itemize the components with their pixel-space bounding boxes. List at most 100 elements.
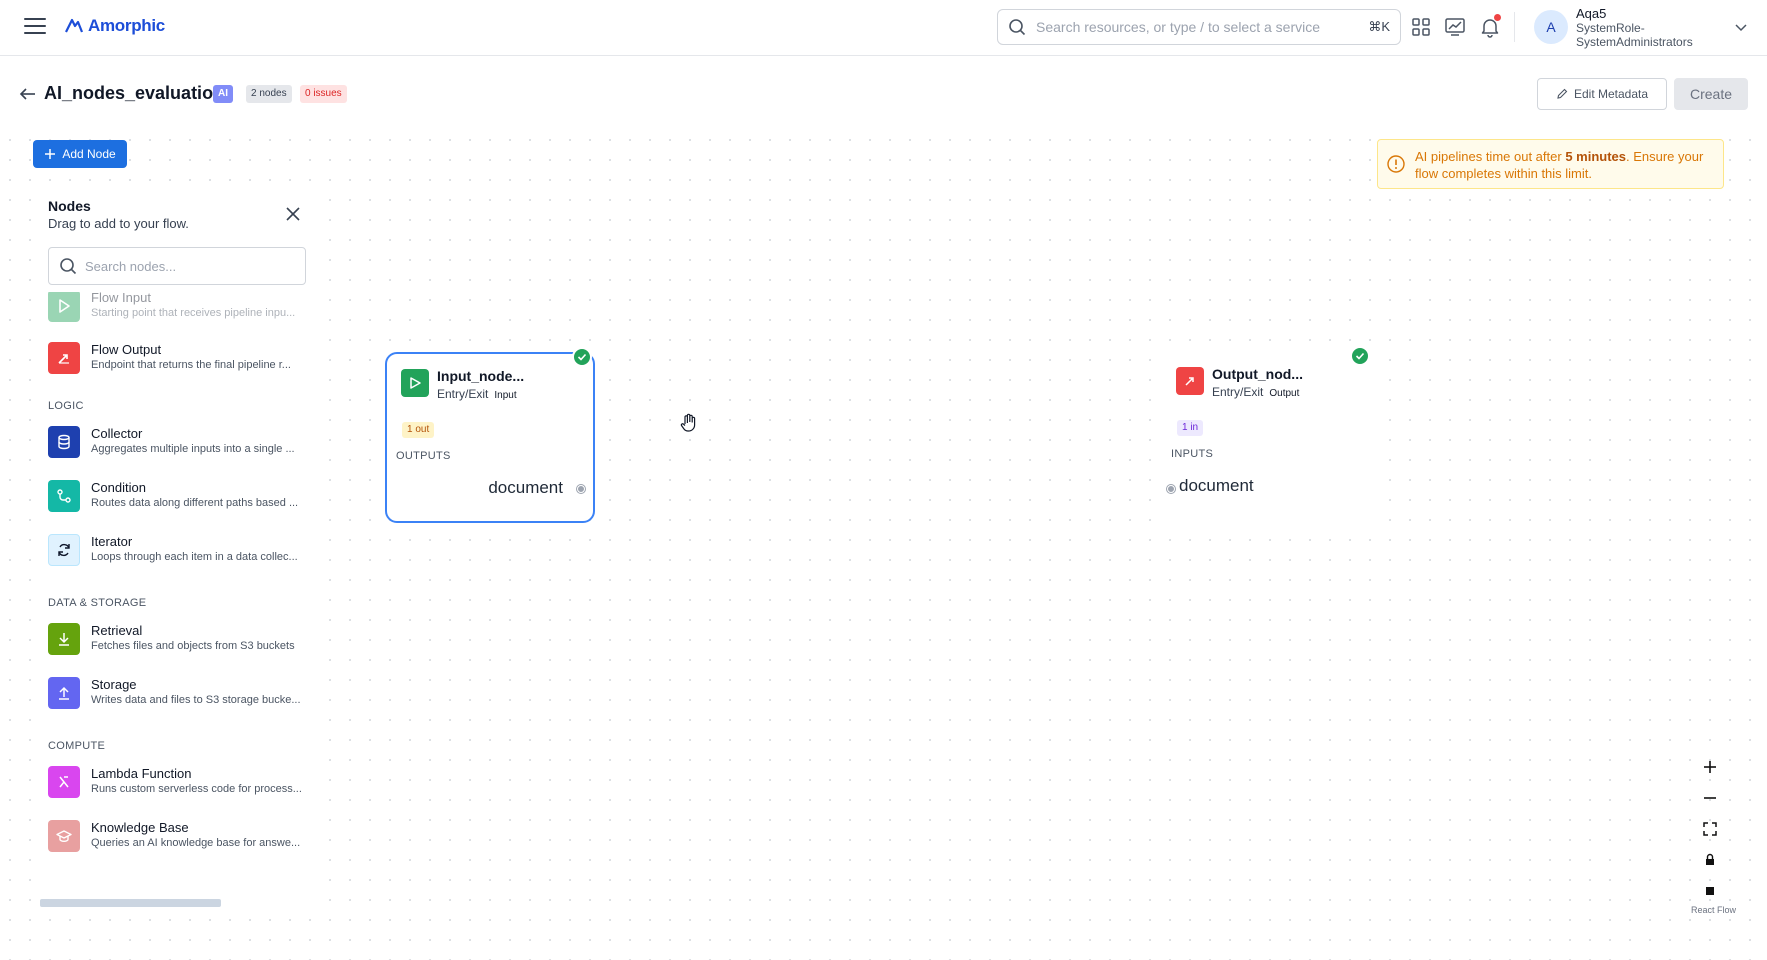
issues-badge: 0 issues (300, 85, 347, 103)
node-category: Entry/Exit Input (437, 387, 517, 401)
branch-icon (48, 480, 80, 512)
item-desc: Runs custom serverless code for process.… (91, 783, 302, 795)
check-icon (1350, 346, 1370, 366)
minimap-button[interactable] (1700, 881, 1720, 901)
pencil-icon (1557, 88, 1568, 99)
plus-icon (1704, 761, 1716, 773)
item-desc: Endpoint that returns the final pipeline… (91, 359, 291, 371)
logo-text: Amorphic (88, 16, 165, 35)
top-bar: Amorphic ⌘K A Aqa5 SystemRole- SystemAdm… (0, 0, 1767, 56)
section-label-compute: COMPUTE (48, 740, 106, 752)
grid-icon[interactable] (1409, 15, 1433, 39)
item-name: Lambda Function (91, 766, 192, 781)
back-arrow-icon[interactable] (18, 84, 38, 104)
ai-badge: AI (213, 85, 233, 103)
panel-subtitle: Drag to add to your flow. (48, 216, 189, 231)
item-name: Iterator (91, 534, 133, 549)
output-port-handle[interactable] (577, 485, 585, 493)
download-icon (48, 623, 80, 655)
app-logo[interactable]: Amorphic (64, 14, 165, 38)
amorphic-logo-icon (65, 18, 84, 33)
close-icon[interactable] (285, 206, 301, 222)
graduation-cap-icon (48, 820, 80, 852)
node-list[interactable]: Flow Input Starting point that receives … (33, 292, 321, 892)
node-search-input[interactable] (85, 258, 295, 274)
node-type-tag: Output (1269, 388, 1300, 399)
zoom-in-button[interactable] (1700, 757, 1720, 777)
plus-icon (45, 149, 56, 159)
add-node-label: Add Node (62, 147, 116, 161)
global-search-input[interactable] (1036, 19, 1363, 35)
item-name: Flow Output (91, 342, 162, 357)
bell-icon[interactable] (1478, 14, 1502, 39)
item-desc: Routes data along different paths based … (91, 497, 299, 509)
input-port-label: document (1179, 476, 1254, 495)
edit-metadata-label: Edit Metadata (1573, 87, 1649, 101)
item-desc: Queries an AI knowledge base for answe..… (91, 837, 301, 849)
database-icon (48, 426, 80, 458)
nodes-panel: Nodes Drag to add to your flow. Flow Inp… (33, 184, 321, 908)
item-name: Retrieval (91, 623, 143, 638)
list-item-retrieval[interactable]: Retrieval Fetches files and objects from… (48, 619, 318, 659)
section-label-data-storage: DATA & STORAGE (48, 597, 147, 609)
scrollbar-thumb[interactable] (40, 899, 221, 907)
node-search[interactable] (48, 247, 306, 285)
lock-button[interactable] (1700, 850, 1720, 870)
item-name: Storage (91, 677, 137, 692)
item-desc: Loops through each item in a data collec… (91, 551, 298, 563)
list-item-iterator[interactable]: Iterator Loops through each item in a da… (48, 530, 318, 570)
list-item-storage[interactable]: Storage Writes data and files to S3 stor… (48, 673, 318, 713)
user-role-line1: SystemRole- (1576, 21, 1645, 35)
search-shortcut: ⌘K (1368, 19, 1390, 34)
panel-horizontal-scrollbar[interactable] (40, 899, 300, 907)
flow-node-output[interactable]: Output_nod... Entry/Exit Output 1 in INPU… (1162, 346, 1372, 522)
fit-view-button[interactable] (1700, 819, 1720, 839)
list-item-knowledge-base[interactable]: Knowledge Base Queries an AI knowledge b… (48, 816, 318, 856)
avatar[interactable]: A (1534, 10, 1568, 44)
page-title: AI_nodes_evaluation (44, 83, 225, 103)
chevron-down-icon[interactable] (1734, 20, 1748, 34)
node-title: Output_nod... (1212, 366, 1303, 382)
user-info[interactable]: Aqa5 SystemRole- SystemAdministrators (1576, 6, 1693, 49)
section-label-logic: LOGIC (48, 400, 84, 412)
list-item-collector[interactable]: Collector Aggregates multiple inputs int… (48, 422, 318, 462)
lambda-icon (48, 766, 80, 798)
list-item-lambda-function[interactable]: Lambda Function Runs custom serverless c… (48, 762, 318, 802)
warning-prefix: AI pipelines time out after (1415, 149, 1566, 164)
notification-dot (1494, 14, 1501, 21)
user-role-line2: SystemAdministrators (1576, 35, 1693, 49)
flow-node-input[interactable]: Input_node... Entry/Exit Input 1 out OUTP… (385, 347, 595, 523)
hamburger-menu-icon[interactable] (24, 18, 46, 36)
user-name: Aqa5 (1576, 6, 1607, 21)
check-icon (572, 347, 592, 367)
node-title: Input_node... (437, 368, 525, 384)
timeout-warning-banner: AI pipelines time out after 5 minutes. E… (1377, 139, 1724, 189)
item-desc: Starting point that receives pipeline in… (91, 307, 296, 319)
hand-cursor-icon (680, 413, 696, 432)
divider (1514, 12, 1515, 42)
node-section-label: OUTPUTS (396, 450, 451, 462)
global-search[interactable]: ⌘K (997, 9, 1401, 45)
node-category-label: Entry/Exit (437, 387, 489, 401)
port-count-badge: 1 out (402, 422, 435, 438)
port-count-badge: 1 in (1177, 420, 1204, 436)
warning-emphasis: 5 minutes (1565, 149, 1626, 164)
square-icon (1706, 887, 1714, 895)
zoom-out-button[interactable] (1700, 788, 1720, 808)
list-item-condition[interactable]: Condition Routes data along different pa… (48, 476, 318, 516)
input-port-handle[interactable] (1167, 485, 1175, 493)
list-item-flow-output[interactable]: Flow Output Endpoint that returns the fi… (48, 338, 318, 378)
edit-metadata-button[interactable]: Edit Metadata (1537, 78, 1667, 110)
search-icon (60, 258, 77, 275)
add-node-button[interactable]: Add Node (33, 140, 127, 168)
monitor-chart-icon[interactable] (1443, 15, 1467, 39)
item-desc: Aggregates multiple inputs into a single… (91, 443, 295, 455)
item-name: Flow Input (91, 292, 151, 305)
create-button[interactable]: Create (1674, 78, 1748, 110)
react-flow-attribution[interactable]: React Flow (1691, 905, 1736, 915)
list-item-flow-input[interactable]: Flow Input Starting point that receives … (48, 292, 318, 326)
search-icon (1009, 19, 1026, 36)
item-name: Condition (91, 480, 146, 495)
warning-icon (1387, 155, 1405, 173)
node-section-label: INPUTS (1171, 448, 1214, 460)
